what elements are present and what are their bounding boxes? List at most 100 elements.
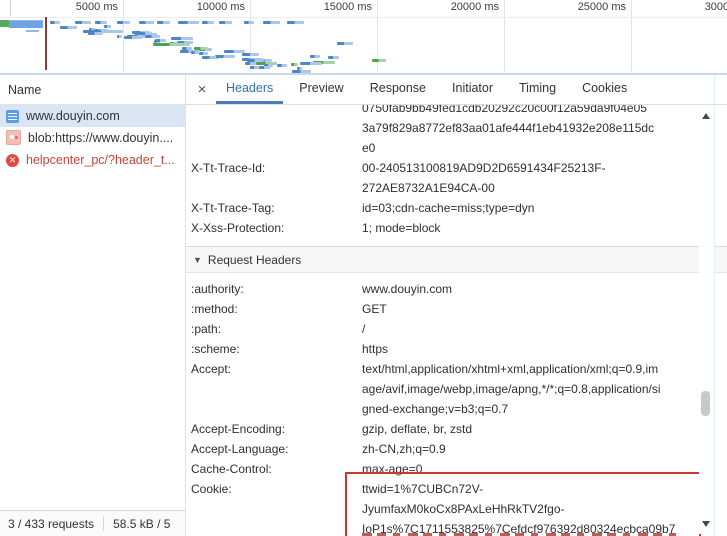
header-value: 1; mode=block: [362, 218, 727, 238]
headers-content[interactable]: 0750fab9bb49fed1cdb20292c20c00f12a59da9f…: [186, 105, 727, 536]
header-value: 00-240513100819AD9D2D6591434F25213F-272A…: [362, 158, 727, 198]
header-value: 0750fab9bb49fed1cdb20292c20c00f12a59da9f…: [362, 105, 727, 158]
header-value-line: 3a79f829a8772ef83aa01afe444f1eb41932e208…: [362, 118, 727, 138]
header-value: /: [362, 319, 727, 339]
section-title: Request Headers: [208, 253, 301, 267]
header-row: Cache-Control:max-age=0: [186, 459, 727, 479]
tab-cookies[interactable]: Cookies: [572, 75, 637, 104]
header-name: :path:: [186, 319, 362, 339]
tab-headers[interactable]: Headers: [216, 75, 283, 104]
name-column-header[interactable]: Name: [0, 75, 185, 105]
header-value-line: zh-CN,zh;q=0.9: [362, 439, 727, 459]
time-label: 30000 ms: [705, 1, 727, 13]
tab-response[interactable]: Response: [360, 75, 436, 104]
header-value: https: [362, 339, 727, 359]
time-label: 25000 ms: [578, 1, 626, 13]
header-value: GET: [362, 299, 727, 319]
request-list-item[interactable]: ✕ helpcenter_pc/?header_t...: [0, 149, 185, 171]
status-divider: [103, 516, 104, 531]
waterfall-bar: [171, 37, 193, 40]
waterfall-bar: [117, 21, 129, 24]
overview-selected-bar-green: [0, 20, 9, 27]
header-value-line: gzip, deflate, br, zstd: [362, 419, 727, 439]
media-icon: [6, 130, 21, 145]
header-value-line: https: [362, 339, 727, 359]
network-overview-timeline[interactable]: 5000 ms10000 ms15000 ms20000 ms25000 ms3…: [0, 0, 727, 75]
detail-tab-bar: × HeadersPreviewResponseInitiatorTimingC…: [186, 75, 727, 105]
request-headers-section-header[interactable]: ▼ Request Headers: [186, 246, 727, 273]
waterfall-bar: [178, 21, 200, 24]
name-column-label: Name: [8, 83, 41, 97]
header-name: X-Xss-Protection:: [186, 218, 362, 238]
header-value-line: 0750fab9bb49fed1cdb20292c20c00f12a59da9f…: [362, 105, 727, 118]
waterfall-bar: [287, 21, 304, 24]
request-details-pane: × HeadersPreviewResponseInitiatorTimingC…: [186, 75, 727, 536]
pane-right-edge: [714, 75, 715, 536]
header-name: :scheme:: [186, 339, 362, 359]
header-name: Accept-Language:: [186, 439, 362, 459]
overview-bar-tick: [26, 30, 39, 32]
header-row: Cookie:ttwid=1%7CUBCn72V-JyumfaxM0koCx8P…: [186, 479, 727, 536]
waterfall-bar: [263, 21, 280, 24]
time-label: 5000 ms: [76, 1, 118, 13]
toolbar-edge-divider: [10, 0, 11, 16]
header-name: Cookie:: [186, 479, 362, 499]
disclosure-triangle-icon: ▼: [193, 255, 202, 265]
request-label: blob:https://www.douyin....: [28, 131, 173, 145]
header-row: Accept-Encoding:gzip, deflate, br, zstd: [186, 419, 727, 439]
header-value-line: 00-240513100819AD9D2D6591434F25213F-: [362, 158, 727, 178]
header-row: X-Tt-Trace-Tag:id=03;cdn-cache=miss;type…: [186, 198, 727, 218]
request-label: www.douyin.com: [26, 109, 120, 123]
tab-timing[interactable]: Timing: [509, 75, 566, 104]
waterfall-bar: [75, 21, 91, 24]
header-value-line: id=03;cdn-cache=miss;type=dyn: [362, 198, 727, 218]
header-value-line: 1; mode=block: [362, 218, 727, 238]
waterfall-bar: [60, 26, 78, 29]
waterfall-bar: [310, 55, 320, 58]
header-name: Accept:: [186, 359, 362, 379]
load-event-marker: [45, 17, 47, 70]
request-label: helpcenter_pc/?header_t...: [26, 153, 175, 167]
scroll-up-icon[interactable]: [702, 113, 710, 119]
waterfall-bar: [139, 21, 155, 24]
waterfall-bar: [277, 64, 287, 67]
header-value-line: age/avif,image/webp,image/apng,*/*;q=0.8…: [362, 379, 727, 399]
tab-preview[interactable]: Preview: [289, 75, 353, 104]
header-value: gzip, deflate, br, zstd: [362, 419, 727, 439]
scroll-down-icon[interactable]: [702, 521, 710, 527]
waterfall-bar: [250, 66, 259, 69]
tab-initiator[interactable]: Initiator: [442, 75, 503, 104]
waterfall-bar: [259, 66, 270, 69]
request-list-item[interactable]: blob:https://www.douyin....: [0, 127, 185, 149]
header-row: X-Xss-Protection:1; mode=block: [186, 218, 727, 238]
header-value: ttwid=1%7CUBCn72V-JyumfaxM0koCx8PAxLeHhR…: [362, 479, 727, 536]
header-value: max-age=0: [362, 459, 727, 479]
close-icon[interactable]: ×: [191, 75, 213, 104]
waterfall-bar: [104, 25, 111, 28]
header-value: zh-CN,zh;q=0.9: [362, 439, 727, 459]
header-row: :scheme:https: [186, 339, 727, 359]
error-icon: ✕: [6, 154, 19, 167]
waterfall-bar: [372, 59, 385, 62]
network-panel-body: Name www.douyin.com blob:https://www.douy…: [0, 75, 727, 536]
waterfall-bar: [117, 35, 121, 38]
waterfall-bar: [245, 62, 256, 65]
scrollbar[interactable]: [699, 106, 714, 534]
header-value-line: www.douyin.com: [362, 279, 727, 299]
header-value: text/html,application/xhtml+xml,applicat…: [362, 359, 727, 419]
timeline-divider: [0, 17, 727, 18]
waterfall-bar: [328, 56, 339, 59]
time-label: 20000 ms: [451, 1, 499, 13]
waterfall-bar: [153, 43, 190, 46]
request-list-item[interactable]: www.douyin.com: [0, 105, 185, 127]
waterfall-bar: [244, 21, 254, 24]
header-name: Accept-Encoding:: [186, 419, 362, 439]
scrollbar-thumb[interactable]: [701, 391, 710, 416]
waterfall-bar: [199, 52, 208, 55]
header-value-line: text/html,application/xhtml+xml,applicat…: [362, 359, 727, 379]
time-label: 15000 ms: [324, 1, 372, 13]
waterfall-bar: [157, 21, 170, 24]
header-name: X-Tt-Trace-Tag:: [186, 198, 362, 218]
waterfall-bar: [243, 53, 259, 56]
waterfall-bar: [155, 39, 166, 42]
